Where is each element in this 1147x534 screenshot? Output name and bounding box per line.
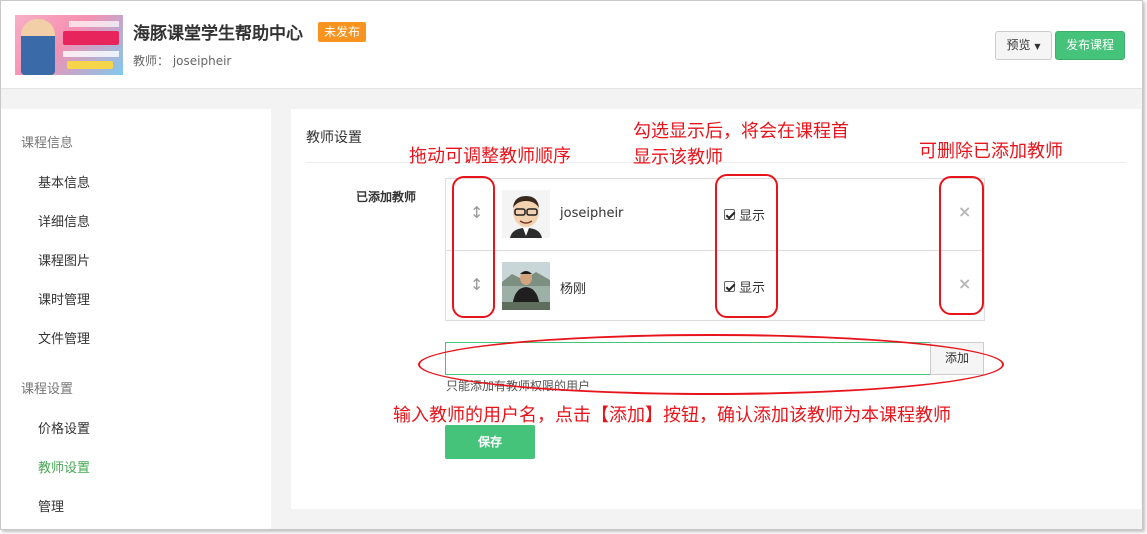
teacher-info: 教师： joseipheir	[133, 52, 231, 69]
sidebar-item-teacher-settings[interactable]: 教师设置	[38, 457, 90, 476]
teacher-name: 杨刚	[560, 282, 587, 297]
annotation-show-line1: 勾选显示后，将会在课程首	[633, 121, 849, 142]
annotation-box-delete	[939, 176, 984, 315]
sidebar-item-detail-info[interactable]: 详细信息	[38, 211, 90, 230]
sidebar-item-file-manage[interactable]: 文件管理	[38, 328, 90, 347]
publish-course-button[interactable]: 发布课程	[1055, 31, 1125, 60]
sidebar-item-manage[interactable]: 管理	[38, 496, 64, 515]
teacher-name: joseipheir	[560, 206, 624, 221]
preview-dropdown-button[interactable]: 预览 ▼	[995, 31, 1052, 60]
avatar	[502, 190, 550, 238]
course-title: 海豚课堂学生帮助中心	[133, 24, 303, 44]
course-header: 海豚课堂学生帮助中心 未发布 教师： joseipheir 预览 ▼ 发布课程	[1, 1, 1142, 89]
sidebar-item-lesson-manage[interactable]: 课时管理	[38, 289, 90, 308]
sidebar-group-course-settings: 课程设置	[21, 382, 74, 397]
annotation-show-line2: 显示该教师	[633, 147, 723, 168]
annotation-drag: 拖动可调整教师顺序	[409, 146, 571, 167]
annotation-box-show	[715, 174, 778, 318]
caret-down-icon: ▼	[1034, 42, 1041, 51]
app-frame: 海豚课堂学生帮助中心 未发布 教师： joseipheir 预览 ▼ 发布课程 …	[0, 0, 1143, 530]
teacher-label: 教师：	[133, 54, 170, 68]
save-button[interactable]: 保存	[445, 425, 535, 459]
status-badge: 未发布	[318, 22, 367, 42]
annotation-box-drag	[452, 176, 495, 318]
annotation-oval-add	[418, 334, 1004, 395]
avatar	[502, 262, 550, 310]
course-cover-image	[15, 15, 123, 75]
annotation-add: 输入教师的用户名，点击【添加】按钮，确认添加该教师为本课程教师	[393, 405, 951, 426]
sidebar-item-basic-info[interactable]: 基本信息	[38, 172, 90, 191]
teacher-name: joseipheir	[172, 54, 232, 68]
sidebar: 课程信息 基本信息 详细信息 课程图片 课时管理 文件管理 课程设置 价格设置 …	[1, 109, 271, 529]
page-title: 教师设置	[306, 130, 362, 146]
sidebar-item-price-settings[interactable]: 价格设置	[38, 418, 90, 437]
annotation-delete: 可删除已添加教师	[919, 141, 1063, 162]
preview-label: 预览	[1006, 38, 1031, 52]
added-teachers-label: 已添加教师	[356, 190, 417, 204]
sidebar-group-course-info: 课程信息	[21, 136, 74, 151]
sidebar-item-course-image[interactable]: 课程图片	[38, 250, 90, 269]
